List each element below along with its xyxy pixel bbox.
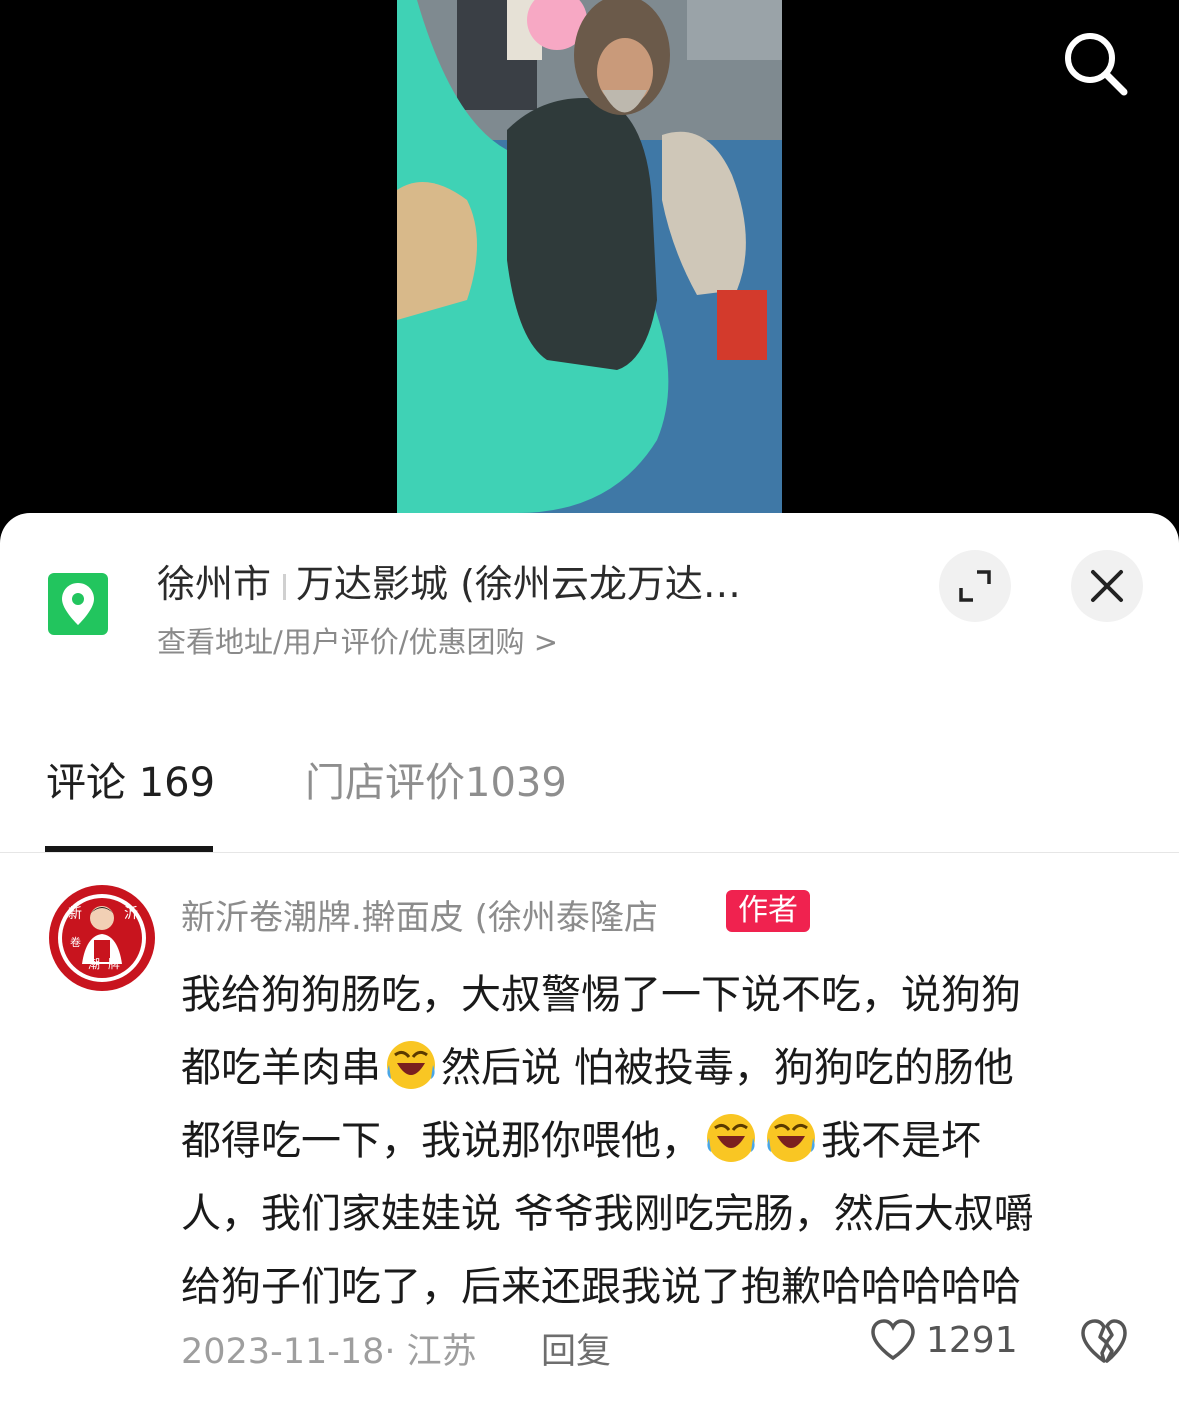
comment-username[interactable]: 新沂卷潮牌.擀面皮 (徐州泰隆店 bbox=[181, 890, 658, 939]
search-icon bbox=[1065, 33, 1128, 96]
video-area[interactable] bbox=[0, 0, 1179, 540]
comment-date-location: 2023-11-18· 江苏 bbox=[181, 1332, 477, 1372]
like-count: 1291 bbox=[926, 1319, 1018, 1361]
title-divider bbox=[283, 573, 287, 600]
comment-line-3: 都得吃一下，我说那你喂他， 我不是坏 bbox=[181, 1105, 1131, 1178]
reply-button[interactable]: 回复 bbox=[541, 1323, 611, 1374]
close-icon bbox=[1091, 570, 1123, 602]
comment-line-2-part-a: 都吃羊肉串 bbox=[181, 1045, 381, 1091]
laughing-emoji-icon bbox=[387, 1041, 435, 1089]
location-city: 徐州市 bbox=[157, 562, 272, 606]
tab-store-reviews[interactable]: 门店评价1039 bbox=[305, 750, 567, 808]
comments-sheet: 徐州市 万达影城 (徐州云龙万达… 查看地址/用户评价/优惠团购 > 评论 169… bbox=[0, 513, 1179, 1402]
expand-button[interactable] bbox=[939, 550, 1011, 622]
comment-item: 新 沂 卷 潮 牌 新沂卷潮牌.擀面皮 (徐州泰隆店 作者 我给狗狗肠吃，大叔警… bbox=[0, 853, 1179, 1402]
avatar-image: 新 沂 卷 潮 牌 bbox=[49, 885, 155, 991]
search-button[interactable] bbox=[1060, 28, 1130, 98]
author-badge: 作者 bbox=[726, 890, 810, 932]
avatar-text-3: 卷 bbox=[70, 935, 81, 949]
close-button[interactable] bbox=[1071, 550, 1143, 622]
video-frame[interactable] bbox=[397, 0, 782, 513]
location-card[interactable]: 徐州市 万达影城 (徐州云龙万达… 查看地址/用户评价/优惠团购 > bbox=[0, 513, 1179, 663]
location-pin-icon bbox=[48, 573, 108, 635]
comment-line-3-part-b: 我不是坏 bbox=[821, 1118, 981, 1164]
laughing-emoji-icon bbox=[707, 1114, 755, 1162]
avatar-text-4: 潮 bbox=[88, 956, 100, 971]
comment-line-4: 人，我们家娃娃说 爷爷我刚吃完肠，然后大叔嚼 bbox=[181, 1191, 1034, 1237]
location-name: 万达影城 (徐州云龙万达… bbox=[296, 562, 741, 606]
comment-line-2: 都吃羊肉串 然后说 怕被投毒，狗狗吃的肠他 bbox=[181, 1032, 1131, 1105]
comment-line-2-part-b: 然后说 怕被投毒，狗狗吃的肠他 bbox=[441, 1045, 1014, 1091]
video-thumbnail-image bbox=[397, 0, 782, 513]
avatar-text-1: 新 bbox=[68, 906, 82, 922]
tab-comments[interactable]: 评论 169 bbox=[46, 750, 215, 808]
comment-tabs: 评论 169 门店评价1039 bbox=[0, 738, 1179, 853]
location-title[interactable]: 徐州市 万达影城 (徐州云龙万达… bbox=[157, 553, 857, 608]
dislike-button[interactable] bbox=[1080, 1319, 1128, 1365]
avatar-text-5: 牌 bbox=[108, 957, 120, 971]
heart-icon bbox=[871, 1319, 915, 1361]
broken-heart-icon bbox=[1081, 1319, 1127, 1363]
active-tab-indicator bbox=[45, 846, 213, 852]
avatar[interactable]: 新 沂 卷 潮 牌 bbox=[48, 884, 156, 992]
avatar-text-2: 沂 bbox=[124, 906, 138, 922]
comment-text: 我给狗狗肠吃，大叔警惕了一下说不吃，说狗狗 都吃羊肉串 然后说 怕被投毒，狗狗吃的… bbox=[181, 959, 1131, 1324]
comment-line-3-part-a: 都得吃一下，我说那你喂他， bbox=[181, 1118, 701, 1164]
comment-line-1: 我给狗狗肠吃，大叔警惕了一下说不吃，说狗狗 bbox=[181, 972, 1021, 1018]
location-subtitle-link[interactable]: 查看地址/用户评价/优惠团购 > bbox=[157, 619, 558, 661]
expand-icon bbox=[959, 570, 991, 602]
laughing-emoji-icon bbox=[767, 1114, 815, 1162]
like-button[interactable]: 1291 bbox=[870, 1315, 1018, 1365]
comment-line-5: 给狗子们吃了，后来还跟我说了抱歉哈哈哈哈哈 bbox=[181, 1264, 1021, 1310]
